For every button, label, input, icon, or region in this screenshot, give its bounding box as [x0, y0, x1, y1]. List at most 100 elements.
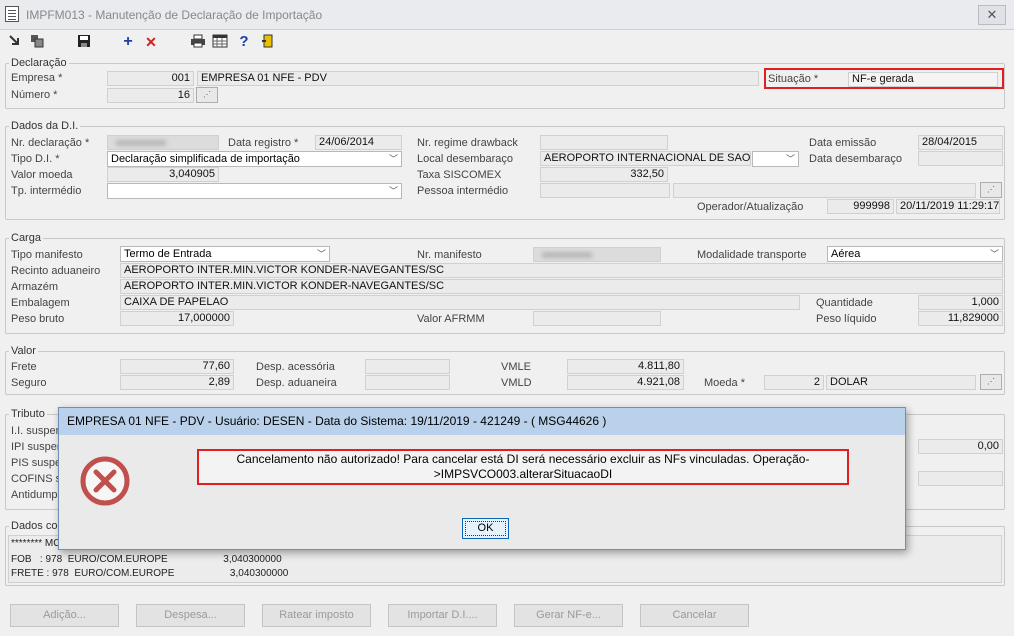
- print-icon[interactable]: [190, 34, 206, 50]
- pis-suspenso-label: PIS suspe: [11, 457, 62, 469]
- peso-bruto-label: Peso bruto: [11, 313, 65, 325]
- chevron-down-icon: ﹀: [388, 186, 398, 196]
- close-button[interactable]: ✕: [978, 5, 1006, 25]
- dados-di-title: Dados da D.I.: [9, 120, 81, 132]
- nr-declaracao-field[interactable]: [107, 135, 219, 150]
- quantidade-label: Quantidade: [816, 297, 873, 309]
- data-desembaraco-label: Data desembaraço: [809, 153, 902, 165]
- operador-code-field: 999998: [827, 199, 894, 214]
- quantidade-field[interactable]: 1,000: [918, 295, 1003, 310]
- pessoa-intermedio-label: Pessoa intermédio: [417, 185, 509, 197]
- nr-manifesto-label: Nr. manifesto: [417, 249, 482, 261]
- tipo-manifesto-value: Termo de Entrada: [124, 248, 212, 260]
- pessoa-lookup-button[interactable]: ⋰: [980, 182, 1002, 198]
- empresa-label: Empresa *: [11, 72, 63, 84]
- copy-icon[interactable]: [29, 34, 45, 50]
- tp-intermedio-select[interactable]: ﹀: [107, 183, 402, 199]
- empresa-code-field[interactable]: 001: [107, 71, 194, 86]
- nr-regime-field[interactable]: [540, 135, 668, 150]
- embalagem-field[interactable]: CAIXA DE PAPELAO: [120, 295, 800, 310]
- dados-complementares-title: Dados co: [9, 520, 60, 532]
- ratear-imposto-button[interactable]: Ratear imposto: [262, 604, 371, 627]
- numero-label: Número *: [11, 89, 58, 101]
- dados-line-1: ******** MC: [11, 538, 61, 549]
- desp-aduaneira-label: Desp. aduaneira: [256, 377, 337, 389]
- gerar-nfe-button[interactable]: Gerar NF-e...: [514, 604, 623, 627]
- first-record-icon[interactable]: [7, 34, 23, 50]
- tributo-value-field[interactable]: 0,00: [918, 439, 1003, 454]
- numero-lookup-button[interactable]: ⋰: [196, 87, 218, 103]
- local-desembaraco-select[interactable]: ﹀: [752, 151, 799, 167]
- desp-acessoria-field[interactable]: [365, 359, 450, 374]
- situacao-field: NF-e gerada: [848, 72, 998, 87]
- title-bar: IMPFM013 - Manutenção de Declaração de I…: [0, 0, 1014, 30]
- empresa-name-field[interactable]: EMPRESA 01 NFE - PDV: [197, 71, 759, 86]
- valor-afrmm-label: Valor AFRMM: [417, 313, 485, 325]
- moeda-name-field: DOLAR: [826, 375, 976, 390]
- data-emissao-field[interactable]: 28/04/2015: [918, 135, 1003, 150]
- desp-acessoria-label: Desp. acessória: [256, 361, 335, 373]
- tp-intermedio-label: Tp. intermédio: [11, 185, 82, 197]
- peso-bruto-field[interactable]: 17,000000: [120, 311, 234, 326]
- importar-di-button[interactable]: Importar D.I....: [388, 604, 497, 627]
- delete-icon[interactable]: ✕: [143, 34, 159, 50]
- embalagem-label: Embalagem: [11, 297, 70, 309]
- error-icon: [79, 455, 131, 510]
- valor-moeda-label: Valor moeda: [11, 169, 73, 181]
- cancelar-button[interactable]: Cancelar: [640, 604, 749, 627]
- save-icon[interactable]: [76, 34, 92, 50]
- modalidade-select[interactable]: Aérea ﹀: [827, 246, 1003, 262]
- moeda-lookup-button[interactable]: ⋰: [980, 374, 1002, 390]
- add-icon[interactable]: +: [120, 34, 136, 50]
- chevron-down-icon: ﹀: [388, 154, 398, 164]
- dialog-message: Cancelamento não autorizado! Para cancel…: [197, 449, 849, 485]
- tipo-di-select[interactable]: Declaração simplificada de importação ﹀: [107, 151, 402, 167]
- grid-icon[interactable]: [212, 34, 228, 50]
- exit-icon[interactable]: [260, 34, 276, 50]
- frete-field[interactable]: 77,60: [120, 359, 234, 374]
- pessoa-intermedio-name-field[interactable]: [673, 183, 976, 198]
- local-desembaraco-field[interactable]: AEROPORTO INTERNACIONAL DE SAO PA: [540, 151, 751, 166]
- valor-title: Valor: [9, 345, 38, 357]
- modalidade-label: Modalidade transporte: [697, 249, 807, 261]
- despesa-button[interactable]: Despesa...: [136, 604, 245, 627]
- data-registro-field[interactable]: 24/06/2014: [315, 135, 402, 150]
- situacao-label: Situação *: [768, 73, 819, 85]
- recinto-field[interactable]: AEROPORTO INTER.MIN.VICTOR KONDER-NAVEGA…: [120, 263, 1003, 278]
- valor-moeda-field[interactable]: 3,040905: [107, 167, 219, 182]
- toolbar: + ✕ ?: [0, 30, 1014, 54]
- dialog-message-line-1: Cancelamento não autorizado! Para cancel…: [236, 452, 810, 466]
- adicao-button[interactable]: Adição...: [10, 604, 119, 627]
- armazem-label: Armazém: [11, 281, 59, 293]
- recinto-label: Recinto aduaneiro: [11, 265, 101, 277]
- tributo-title: Tributo: [9, 408, 47, 420]
- moeda-code-field[interactable]: 2: [764, 375, 824, 390]
- ok-button[interactable]: OK: [462, 518, 509, 539]
- ii-suspenso-label: I.I. suspen: [11, 425, 62, 437]
- dialog-title: EMPRESA 01 NFE - PDV - Usuário: DESEN - …: [59, 408, 905, 435]
- tipo-manifesto-select[interactable]: Termo de Entrada ﹀: [120, 246, 330, 262]
- desp-aduaneira-field[interactable]: [365, 375, 450, 390]
- seguro-field[interactable]: 2,89: [120, 375, 234, 390]
- data-emissao-label: Data emissão: [809, 137, 877, 149]
- tipo-manifesto-label: Tipo manifesto: [11, 249, 83, 261]
- local-desembaraco-label: Local desembaraço: [417, 153, 514, 165]
- error-dialog: EMPRESA 01 NFE - PDV - Usuário: DESEN - …: [58, 407, 906, 550]
- data-desembaraco-field[interactable]: [918, 151, 1003, 166]
- carga-title: Carga: [9, 232, 43, 244]
- armazem-field[interactable]: AEROPORTO INTER.MIN.VICTOR KONDER-NAVEGA…: [120, 279, 1003, 294]
- pessoa-intermedio-code-field[interactable]: [540, 183, 670, 198]
- taxa-siscomex-field[interactable]: 332,50: [540, 167, 668, 182]
- operador-label: Operador/Atualização: [697, 201, 804, 213]
- tributo-empty-field[interactable]: [918, 471, 1003, 486]
- peso-liquido-field[interactable]: 11,829000: [918, 311, 1003, 326]
- help-icon[interactable]: ?: [236, 34, 252, 50]
- nr-manifesto-field[interactable]: [533, 247, 661, 262]
- vmle-label: VMLE: [501, 361, 531, 373]
- dialog-message-line-2: >IMPSVCO003.alterarSituacaoDI: [433, 467, 613, 481]
- modalidade-value: Aérea: [831, 248, 861, 260]
- vmld-field: 4.921,08: [567, 375, 684, 390]
- nr-declaracao-label: Nr. declaração *: [11, 137, 90, 149]
- numero-field[interactable]: 16: [107, 88, 194, 103]
- valor-afrmm-field[interactable]: [533, 311, 661, 326]
